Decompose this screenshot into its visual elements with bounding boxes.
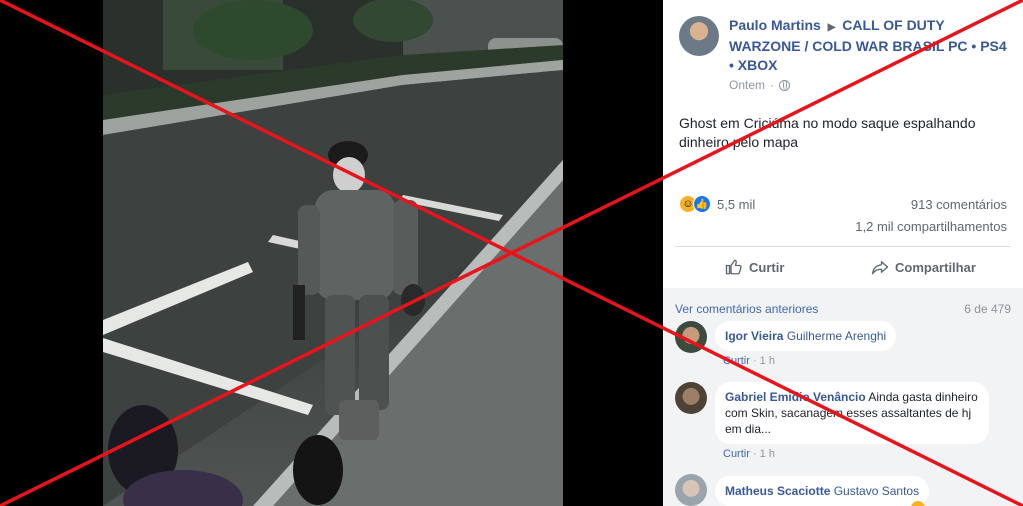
shares-count-link[interactable]: 1,2 mil compartilhamentos [855, 219, 1007, 234]
comment-bubble: Gabriel Emidio Venâncio Ainda gasta dinh… [715, 382, 989, 444]
comment-like-link[interactable]: Curtir [723, 448, 750, 460]
caret-right-icon: ▶ [827, 22, 836, 33]
comment-author[interactable]: Gabriel Emidio Venâncio [725, 390, 866, 404]
author-avatar[interactable] [679, 16, 719, 56]
comment-bubble: Matheus Scaciotte Gustavo Santos [715, 476, 930, 506]
thumbs-up-icon [725, 259, 742, 275]
post-meta: Ontem · [729, 78, 791, 92]
comment-author[interactable]: Igor Vieira [725, 329, 783, 343]
comment-bubble: Igor Vieira Guilherme Arenghi [715, 321, 897, 351]
screenshot: Paulo Martins ▶ CALL OF DUTY WARZONE / C… [0, 0, 1023, 506]
photo-scene [103, 0, 563, 506]
comment-author[interactable]: Matheus Scaciotte [725, 484, 830, 498]
comment-tag[interactable]: Gustavo Santos [834, 484, 919, 498]
comments-section: Ver comentários anteriores 6 de 479 Igor… [663, 288, 1023, 506]
comment-meta: Curtir · 1 h [723, 355, 775, 367]
comment-tag[interactable]: Guilherme Arenghi [787, 329, 886, 343]
like-button[interactable]: Curtir [725, 256, 784, 278]
post-text: Ghost em Criciúma no modo saque espalhan… [679, 115, 976, 150]
comment-like-link[interactable]: Curtir [723, 355, 750, 367]
comment-time: 1 h [759, 355, 775, 367]
comments-pager: 6 de 479 [964, 302, 1011, 316]
post-header: Paulo Martins ▶ CALL OF DUTY WARZONE / C… [729, 16, 1011, 75]
reactions-summary[interactable]: ☺ 👍 5,5 mil [679, 195, 755, 213]
comment-meta: Curtir · 1 h [723, 448, 775, 460]
comments-count-link[interactable]: 913 comentários [911, 197, 1007, 212]
author-name[interactable]: Paulo Martins [729, 17, 821, 33]
avatar[interactable] [675, 382, 707, 414]
view-previous-comments-link[interactable]: Ver comentários anteriores [675, 302, 818, 316]
avatar[interactable] [675, 474, 707, 506]
like-label: Curtir [749, 259, 785, 275]
globe-icon [779, 79, 791, 91]
avatar[interactable] [675, 321, 707, 353]
post-time[interactable]: Ontem [729, 78, 765, 92]
comment-time: 1 h [759, 448, 775, 460]
divider [675, 246, 1011, 247]
reactions-count: 5,5 mil [717, 196, 756, 212]
share-button[interactable]: Compartilhar [871, 256, 976, 278]
like-reaction-icon: 👍 [693, 195, 711, 213]
share-arrow-icon [871, 261, 889, 275]
share-label: Compartilhar [895, 259, 976, 275]
post-panel: Paulo Martins ▶ CALL OF DUTY WARZONE / C… [663, 0, 1023, 506]
media-viewer[interactable] [0, 0, 663, 506]
post-photo[interactable] [103, 0, 563, 506]
